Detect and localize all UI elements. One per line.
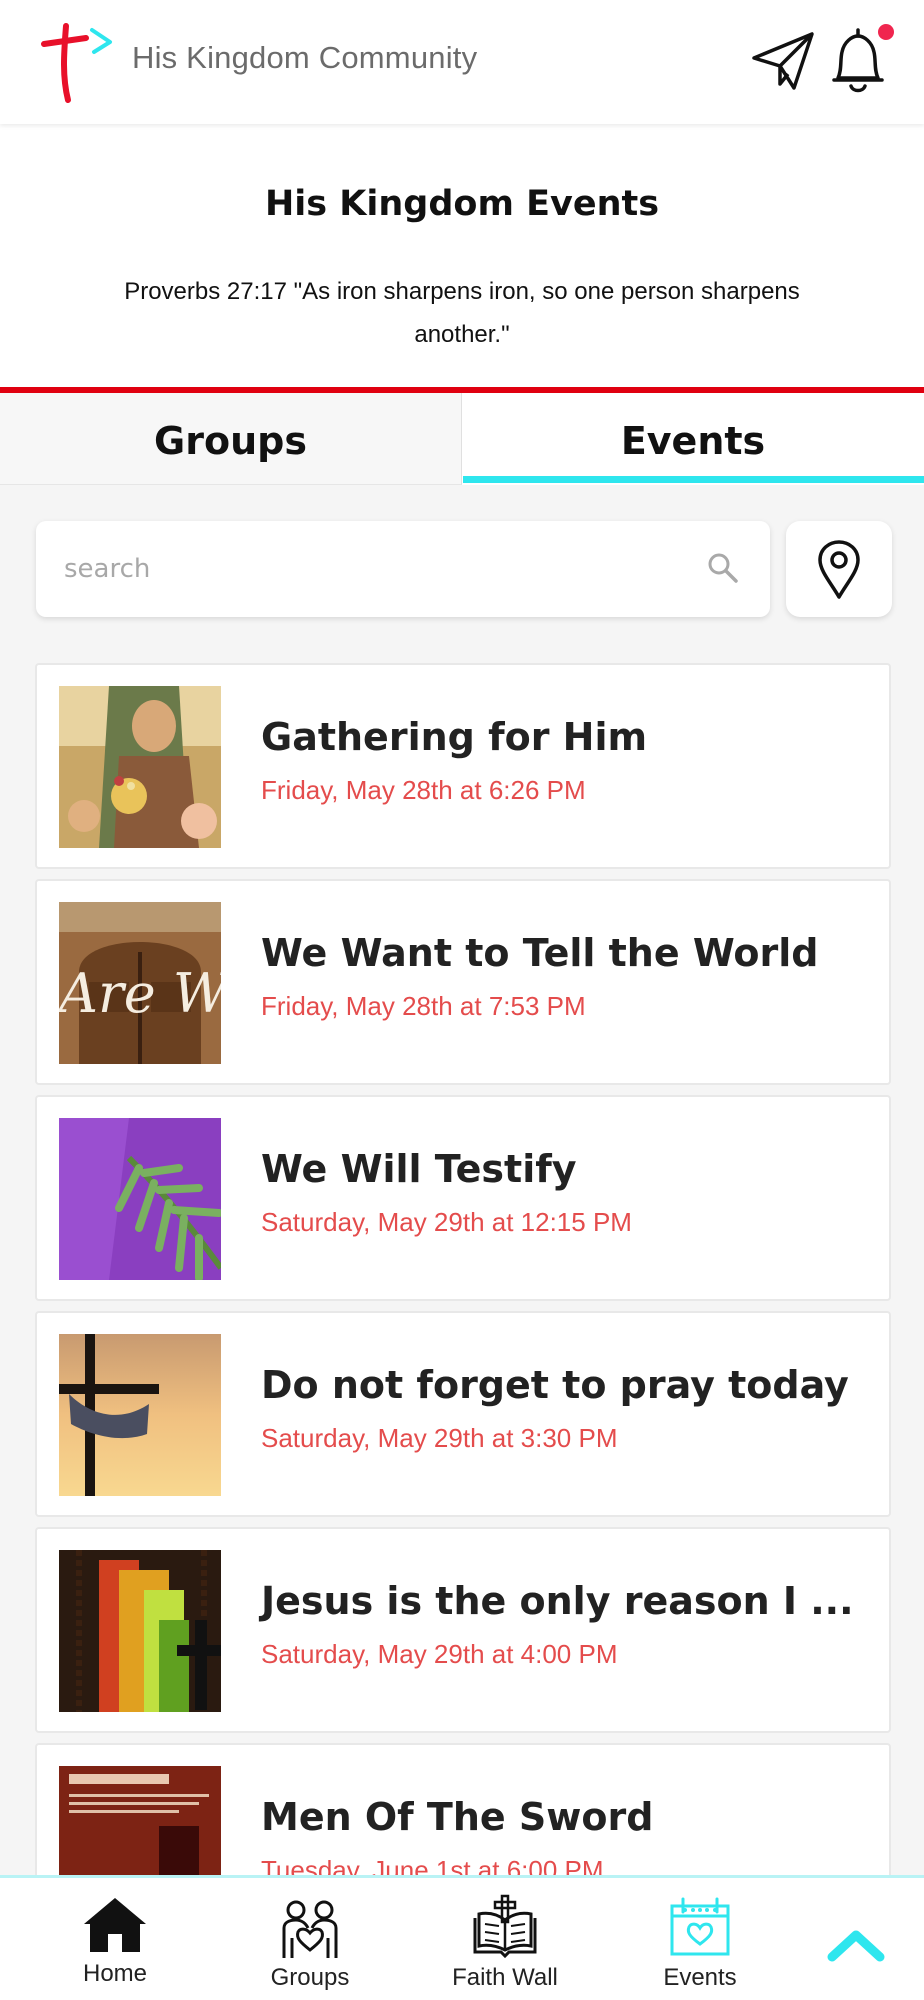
event-date: Saturday, May 29th at 12:15 PM [261,1207,632,1237]
bible-verse: Proverbs 27:17 "As iron sharpens iron, s… [124,278,800,348]
scroll-to-top-chevron-icon[interactable] [826,1925,886,1965]
app-logo[interactable] [38,22,118,104]
nav-faith-wall[interactable]: Faith Wall [440,1878,570,2000]
event-card[interactable]: Are Wel We Want to Tell the World Friday… [35,879,891,1085]
location-filter-button[interactable] [786,521,892,617]
send-message-icon[interactable] [750,28,816,94]
faith-wall-icon [473,1894,537,1959]
event-title: Gathering for Him [261,715,648,759]
groups-icon [282,1900,338,1958]
event-date: Friday, May 28th at 7:53 PM [261,991,586,1021]
event-title: We Want to Tell the World [261,931,819,975]
event-title: Jesus is the only reason I ... [261,1579,854,1623]
event-date: Friday, May 28th at 6:26 PM [261,775,586,805]
events-calendar-icon [670,1897,730,1956]
event-date: Saturday, May 29th at 3:30 PM [261,1423,618,1453]
event-thumbnail-cross-sunset [59,1334,221,1496]
svg-text:Are Wel: Are Wel [59,962,221,1025]
location-pin-icon [818,540,860,599]
event-thumbnail-palm-leaf [59,1118,221,1280]
page-title: His Kingdom Events [264,184,660,224]
event-card[interactable]: Jesus is the only reason I ... Saturday,… [35,1527,891,1733]
bottom-navigation: Home Groups Faith Wall Events [0,1875,924,2000]
active-tab-indicator [463,476,924,483]
event-card[interactable]: We Will Testify Saturday, May 29th at 12… [35,1095,891,1301]
nav-groups[interactable]: Groups [250,1878,370,2000]
event-date: Saturday, May 29th at 4:00 PM [261,1639,618,1669]
nav-events[interactable]: Events [640,1878,760,2000]
event-title: Do not forget to pray today [261,1363,849,1407]
search-input[interactable]: search [36,521,770,617]
event-thumbnail-rosary [59,1550,221,1712]
search-icon[interactable] [706,551,740,585]
event-thumbnail-church-door: Are Wel [59,902,221,1064]
event-thumbnail-religious-painting [59,686,221,848]
app-title: His Kingdom Community [132,40,478,75]
tab-events[interactable]: Events [462,393,924,485]
nav-label-groups: Groups [270,1964,350,1991]
event-title: We Will Testify [261,1147,577,1191]
nav-label-home: Home [82,1960,148,1987]
event-card[interactable]: Do not forget to pray today Saturday, Ma… [35,1311,891,1517]
page-header: His Kingdom Events Proverbs 27:17 "As ir… [0,124,924,388]
notification-badge [878,24,894,40]
tab-groups[interactable]: Groups [0,393,462,485]
tab-bar: Groups Events [0,393,924,485]
nav-label-events: Events [663,1964,737,1991]
event-title: Men Of The Sword [261,1795,654,1839]
nav-home[interactable]: Home [60,1878,170,2000]
search-placeholder: search [64,554,151,584]
nav-label-faith-wall: Faith Wall [452,1964,558,1991]
top-bar: His Kingdom Community [0,0,924,124]
event-card[interactable]: Gathering for Him Friday, May 28th at 6:… [35,663,891,869]
home-icon [84,1898,146,1952]
